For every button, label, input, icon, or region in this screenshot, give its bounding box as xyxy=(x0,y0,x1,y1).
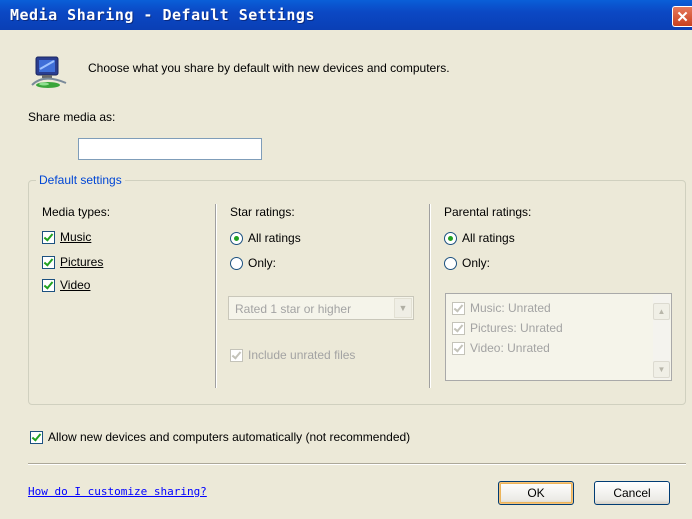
star-rating-select[interactable]: Rated 1 star or higher ▼ xyxy=(228,296,414,320)
parental-all-ratings-label: All ratings xyxy=(462,231,515,245)
title-bar[interactable]: Media Sharing - Default Settings ✕ xyxy=(0,0,692,30)
list-scrollbar[interactable]: ▲ ▼ xyxy=(653,295,670,379)
media-sharing-icon xyxy=(30,55,70,91)
default-settings-legend: Default settings xyxy=(36,173,125,187)
star-only-radio[interactable]: Only: xyxy=(230,256,277,271)
star-only-label: Only: xyxy=(248,256,277,270)
pictures-label: Pictures xyxy=(60,255,104,269)
checkbox-checked-icon xyxy=(30,431,43,445)
list-item[interactable]: Pictures: Unrated xyxy=(452,321,563,336)
allow-new-devices-checkbox[interactable]: Allow new devices and computers automati… xyxy=(30,430,411,445)
star-rating-select-value: Rated 1 star or higher xyxy=(235,302,352,316)
parental-only-label: Only: xyxy=(462,256,491,270)
video-label: Video xyxy=(60,278,91,292)
close-button[interactable]: ✕ xyxy=(672,6,692,27)
list-item-label: Pictures: Unrated xyxy=(470,321,563,335)
radio-selected-icon xyxy=(230,232,243,246)
help-link[interactable]: How do I customize sharing? xyxy=(28,485,207,498)
chevron-down-icon[interactable]: ▼ xyxy=(394,298,412,318)
checkbox-checked-icon xyxy=(452,322,465,336)
radio-selected-icon xyxy=(444,232,457,246)
column-divider xyxy=(215,204,217,388)
checkbox-checked-icon xyxy=(42,231,55,245)
checkbox-checked-icon xyxy=(42,279,55,293)
include-unrated-checkbox[interactable]: Include unrated files xyxy=(230,348,356,363)
checkbox-checked-icon xyxy=(42,256,55,270)
pictures-checkbox[interactable]: Pictures xyxy=(42,255,104,270)
cancel-button[interactable]: Cancel xyxy=(594,481,670,505)
radio-unselected-icon xyxy=(444,257,457,271)
music-label: Music xyxy=(60,230,92,244)
close-icon: ✕ xyxy=(676,9,689,26)
media-types-title: Media types: xyxy=(42,205,111,219)
include-unrated-label: Include unrated files xyxy=(248,348,356,362)
checkbox-checked-icon xyxy=(230,349,243,363)
parental-all-ratings-radio[interactable]: All ratings xyxy=(444,231,515,246)
star-ratings-title: Star ratings: xyxy=(230,205,295,219)
list-item-label: Music: Unrated xyxy=(470,301,551,315)
allow-new-devices-label: Allow new devices and computers automati… xyxy=(48,430,411,444)
list-item[interactable]: Video: Unrated xyxy=(452,341,550,356)
share-media-label: Share media as: xyxy=(28,110,116,124)
star-all-ratings-label: All ratings xyxy=(248,231,301,245)
share-media-input[interactable] xyxy=(78,138,262,160)
window-title: Media Sharing - Default Settings xyxy=(10,6,315,24)
music-checkbox[interactable]: Music xyxy=(42,230,92,245)
list-item[interactable]: Music: Unrated xyxy=(452,301,551,316)
intro-text: Choose what you share by default with ne… xyxy=(88,61,450,75)
parental-only-radio[interactable]: Only: xyxy=(444,256,491,271)
column-divider xyxy=(429,204,431,388)
star-all-ratings-radio[interactable]: All ratings xyxy=(230,231,301,246)
video-checkbox[interactable]: Video xyxy=(42,278,91,293)
checkbox-checked-icon xyxy=(452,302,465,316)
ok-button[interactable]: OK xyxy=(498,481,574,505)
list-item-label: Video: Unrated xyxy=(470,341,550,355)
parental-ratings-title: Parental ratings: xyxy=(444,205,532,219)
parental-ratings-list[interactable]: Music: Unrated Pictures: Unrated Video: … xyxy=(445,293,672,381)
radio-unselected-icon xyxy=(230,257,243,271)
checkbox-checked-icon xyxy=(452,342,465,356)
scroll-up-icon[interactable]: ▲ xyxy=(653,303,670,320)
separator xyxy=(28,463,686,465)
scroll-down-icon[interactable]: ▼ xyxy=(653,361,670,378)
